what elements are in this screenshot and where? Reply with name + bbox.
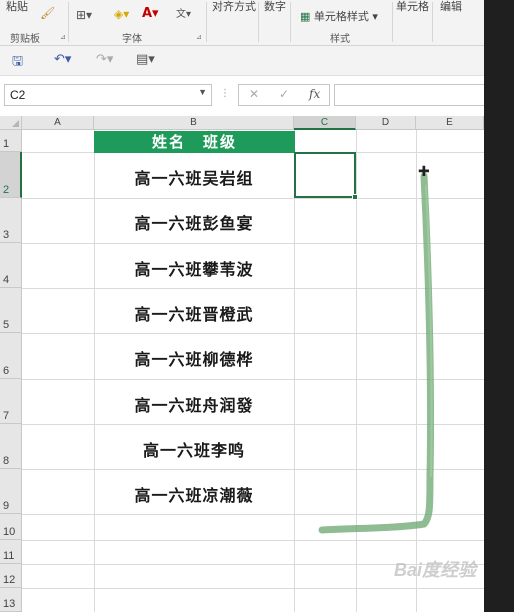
cell-style-label: 单元格样式: [313, 10, 369, 23]
crosshair-cursor-icon: ✚: [418, 164, 430, 180]
name-box[interactable]: C2 ▼: [4, 84, 212, 106]
clipboard-group-label: 剪贴板: [10, 34, 40, 45]
watermark-logo: Bai度经验: [394, 560, 477, 580]
formula-input[interactable]: [334, 84, 484, 106]
phonetic-icon[interactable]: 文▾: [176, 5, 191, 20]
customize-icon[interactable]: ▤▾: [136, 52, 155, 67]
alignment-button[interactable]: 对齐方式: [212, 0, 256, 14]
cell-style-icon: ▦: [300, 10, 311, 23]
save-icon[interactable]: 🖫: [12, 52, 23, 74]
brush-stroke-path: [318, 172, 435, 534]
editing-button[interactable]: 编辑: [440, 0, 462, 14]
clipboard-launcher-icon[interactable]: ⊿: [60, 33, 66, 41]
brush-stroke-annotation: [318, 172, 435, 534]
ribbon-separator: [206, 2, 207, 42]
font-color-icon[interactable]: A▾: [142, 6, 159, 21]
font-launcher-icon[interactable]: ⊿: [196, 33, 202, 41]
formula-buttons: ✕ ✓ fx: [238, 84, 330, 106]
ribbon-separator: [68, 2, 69, 42]
chevron-down-icon[interactable]: ▼: [198, 87, 207, 97]
borders-icon[interactable]: ⊞▾: [76, 8, 92, 22]
quick-access-toolbar: 🖫 ↶▾ ↷▾ ▤▾: [0, 46, 484, 76]
insert-function-icon[interactable]: fx: [309, 87, 320, 101]
cells-button[interactable]: 单元格: [396, 0, 429, 14]
cell-style-button[interactable]: ▦ 单元格样式 ▾: [300, 8, 378, 24]
cancel-icon[interactable]: ✕: [249, 87, 259, 101]
format-painter-icon[interactable]: 🖌: [40, 6, 55, 20]
paste-button[interactable]: 粘贴: [6, 0, 28, 14]
name-box-value: C2: [10, 88, 26, 102]
number-button[interactable]: 数字: [264, 0, 286, 14]
ribbon-separator: [392, 2, 393, 42]
resize-handle-icon[interactable]: ⋮: [220, 88, 230, 99]
styles-group-label: 样式: [330, 34, 350, 45]
ribbon-separator: [290, 2, 291, 42]
confirm-icon[interactable]: ✓: [279, 87, 289, 101]
formula-bar: C2 ▼ ⋮ ✕ ✓ fx: [0, 76, 484, 116]
ribbon-separator: [258, 2, 259, 42]
fill-color-icon[interactable]: ◈▾: [114, 7, 129, 21]
window-edge: [484, 0, 514, 612]
ribbon: 粘贴 🖌 剪贴板 ⊿ ⊞▾ ◈▾ A▾ 文▾ 字体 ⊿ 对齐方式 数字 ▦ 单元…: [0, 0, 484, 46]
font-group-label: 字体: [122, 34, 142, 45]
ribbon-separator: [432, 2, 433, 42]
worksheet-grid[interactable]: A B C D E 1 2 3 4 5 6 7 8 9 10 11 12 13 …: [0, 116, 484, 612]
redo-icon[interactable]: ↷▾: [96, 52, 113, 67]
undo-icon[interactable]: ↶▾: [54, 52, 71, 67]
